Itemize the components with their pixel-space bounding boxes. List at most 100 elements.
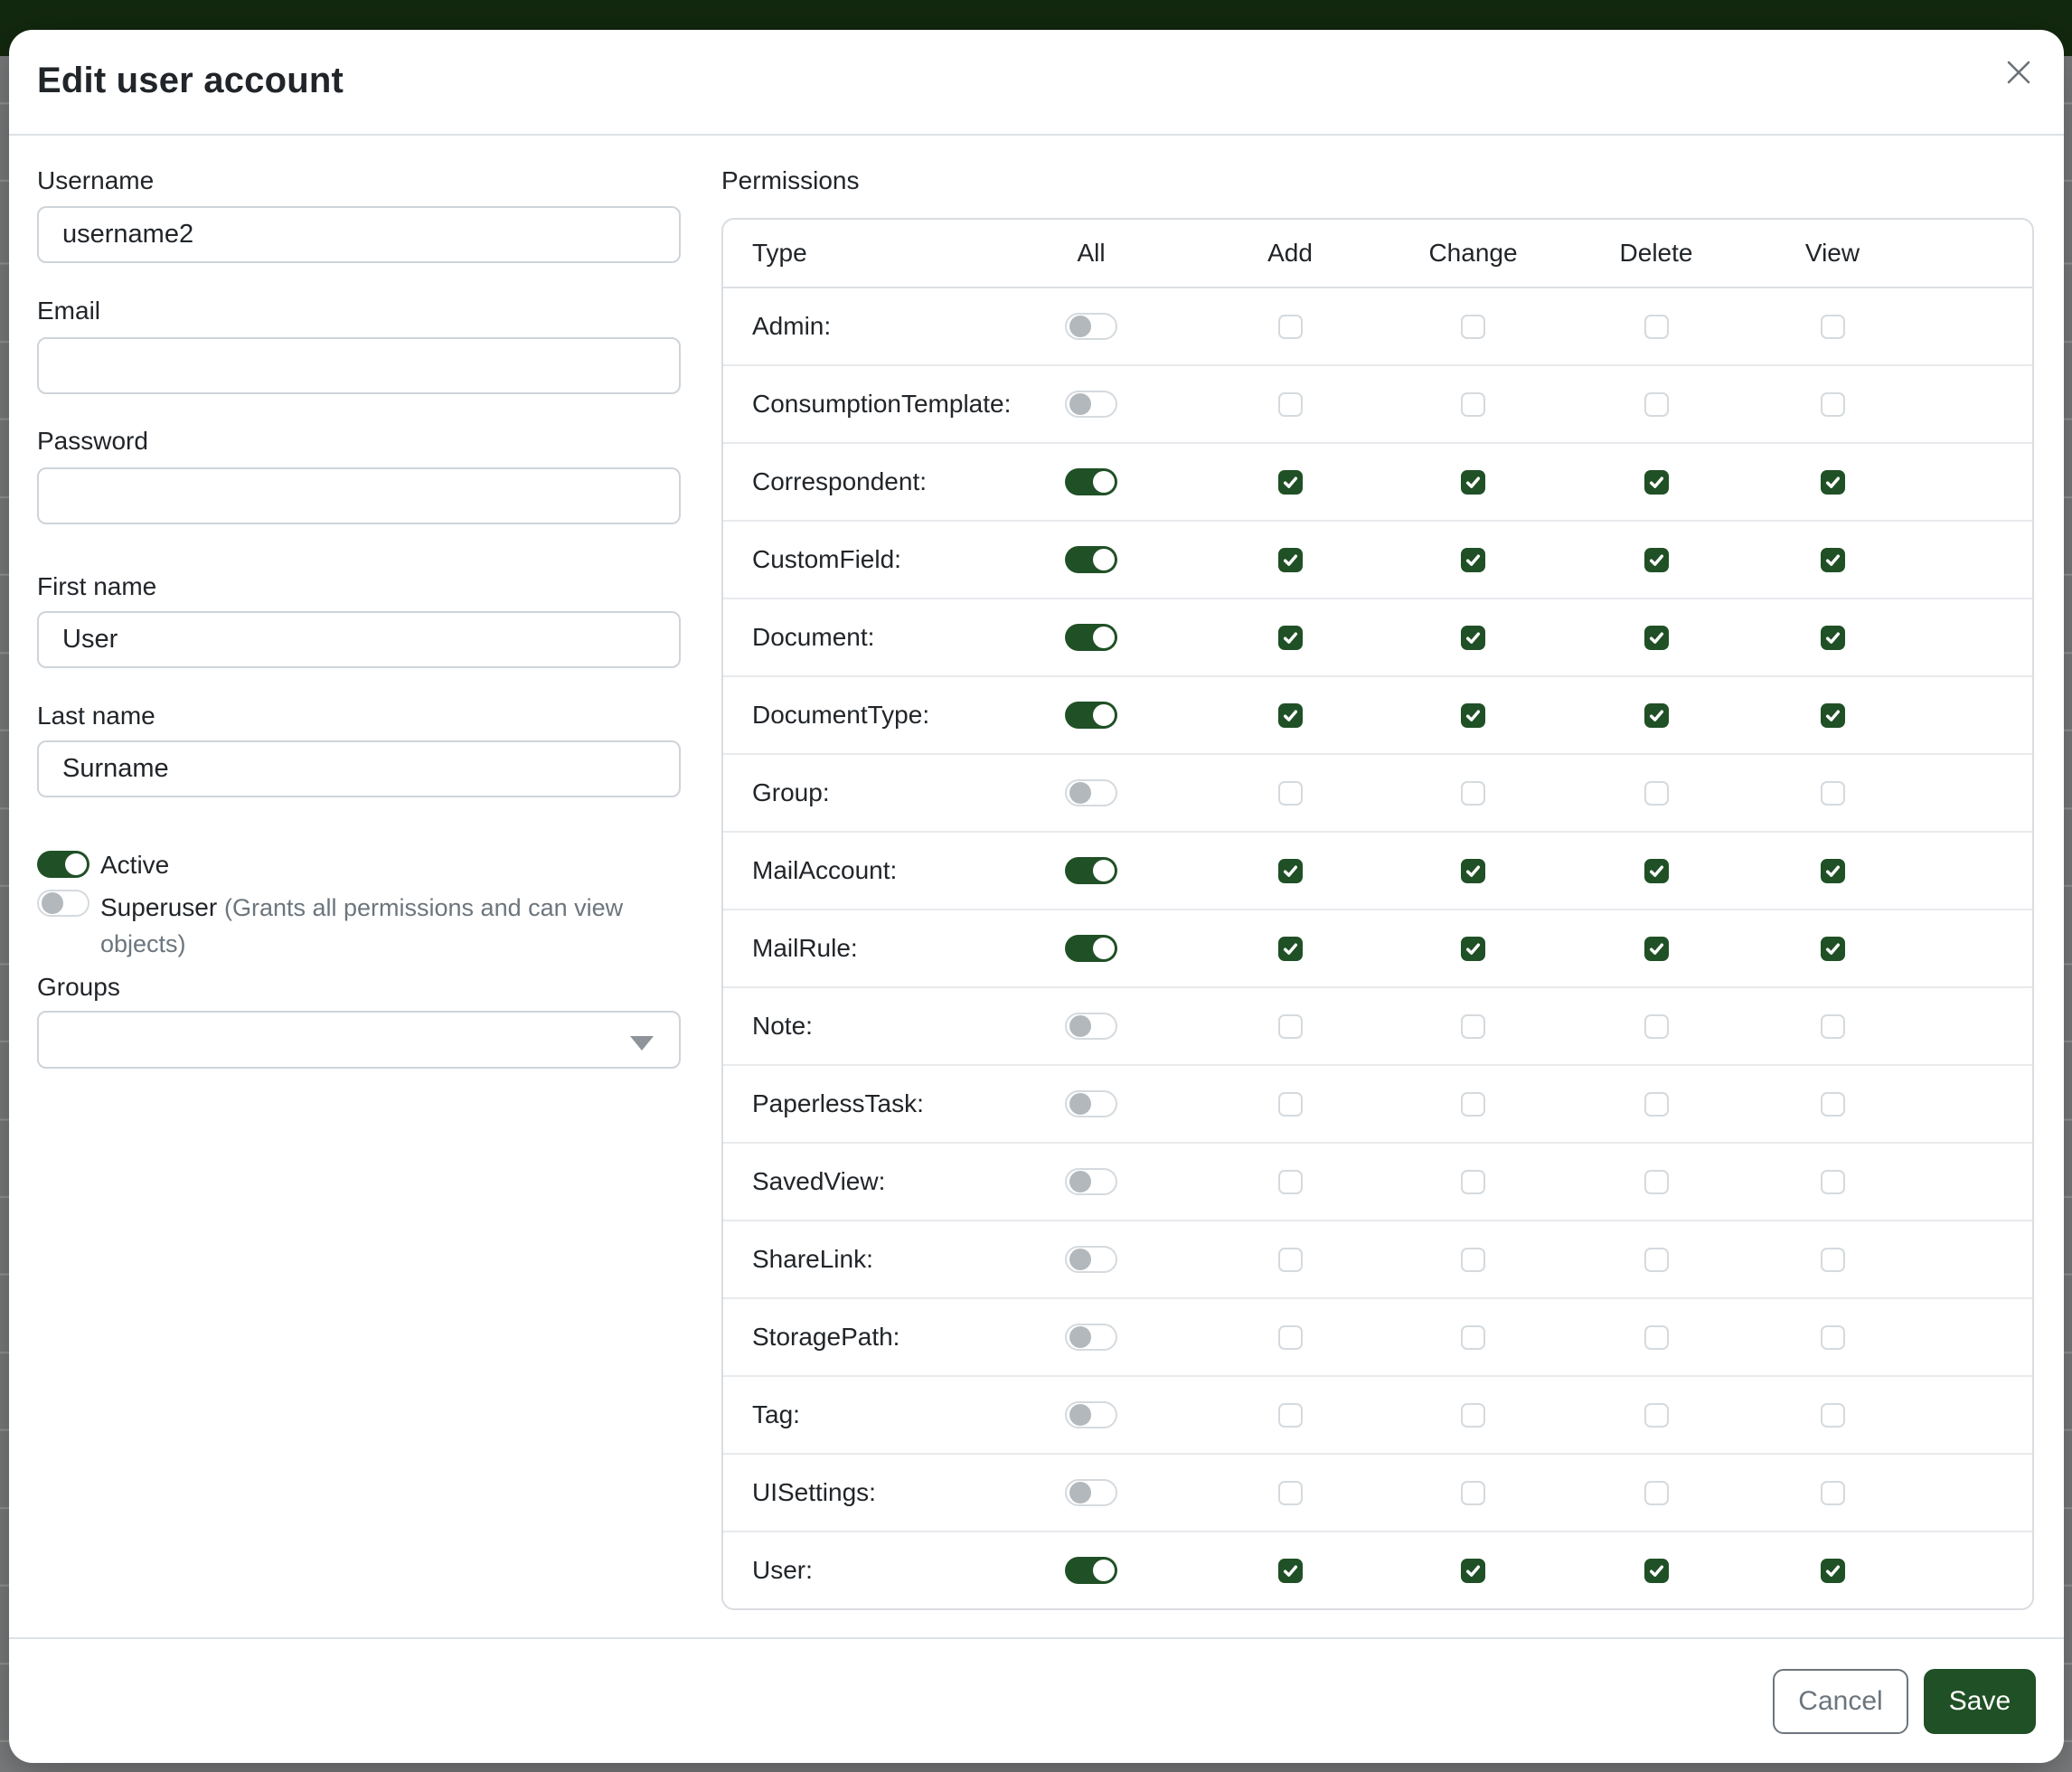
permission-add-checkbox[interactable] — [1278, 703, 1303, 728]
permission-delete-checkbox[interactable] — [1644, 470, 1669, 495]
permission-add-checkbox[interactable] — [1278, 1014, 1303, 1039]
permission-delete-checkbox[interactable] — [1644, 937, 1669, 961]
permission-view-checkbox[interactable] — [1821, 781, 1845, 806]
permission-add-checkbox[interactable] — [1278, 1248, 1303, 1272]
permission-all-toggle[interactable] — [1065, 1013, 1117, 1040]
permission-all-toggle[interactable] — [1065, 1324, 1117, 1351]
permission-add-checkbox[interactable] — [1278, 937, 1303, 961]
permission-change-checkbox[interactable] — [1461, 1248, 1485, 1272]
permission-all-toggle[interactable] — [1065, 1168, 1117, 1195]
permission-all-toggle[interactable] — [1065, 313, 1117, 340]
permission-delete-checkbox[interactable] — [1644, 703, 1669, 728]
permission-add-checkbox[interactable] — [1278, 1403, 1303, 1428]
permission-all-toggle[interactable] — [1065, 779, 1117, 806]
permission-change-checkbox[interactable] — [1461, 703, 1485, 728]
permission-view-checkbox[interactable] — [1821, 1481, 1845, 1505]
permission-view-checkbox[interactable] — [1821, 626, 1845, 650]
permission-delete-checkbox[interactable] — [1644, 859, 1669, 883]
permission-all-toggle[interactable] — [1065, 546, 1117, 573]
permission-view-checkbox[interactable] — [1821, 1403, 1845, 1428]
username-input[interactable] — [37, 206, 681, 263]
cancel-button[interactable]: Cancel — [1773, 1669, 1908, 1734]
permission-change-checkbox[interactable] — [1461, 548, 1485, 572]
permission-change-checkbox[interactable] — [1461, 315, 1485, 339]
close-button[interactable] — [1999, 53, 2039, 93]
permission-view-checkbox[interactable] — [1821, 1092, 1845, 1117]
permission-add-checkbox[interactable] — [1278, 781, 1303, 806]
permission-change-checkbox[interactable] — [1461, 1481, 1485, 1505]
permission-all-toggle[interactable] — [1065, 391, 1117, 418]
permission-all-toggle[interactable] — [1065, 1090, 1117, 1117]
permission-delete-checkbox[interactable] — [1644, 781, 1669, 806]
permission-delete-checkbox[interactable] — [1644, 392, 1669, 417]
permission-change-checkbox[interactable] — [1461, 859, 1485, 883]
permission-change-checkbox[interactable] — [1461, 1014, 1485, 1039]
groups-select[interactable] — [37, 1011, 681, 1069]
permission-view-checkbox[interactable] — [1821, 315, 1845, 339]
permission-change-checkbox[interactable] — [1461, 1403, 1485, 1428]
permission-delete-checkbox[interactable] — [1644, 1481, 1669, 1505]
permission-change-checkbox[interactable] — [1461, 392, 1485, 417]
active-toggle[interactable] — [37, 851, 89, 878]
permission-all-toggle[interactable] — [1065, 624, 1117, 651]
first-name-label: First name — [37, 571, 681, 602]
permission-all-toggle[interactable] — [1065, 857, 1117, 884]
permission-view-checkbox[interactable] — [1821, 1559, 1845, 1583]
permission-add-checkbox[interactable] — [1278, 1092, 1303, 1117]
permission-all-toggle[interactable] — [1065, 1479, 1117, 1506]
permission-add-checkbox[interactable] — [1278, 626, 1303, 650]
permission-change-checkbox[interactable] — [1461, 1170, 1485, 1194]
permission-delete-checkbox[interactable] — [1644, 1559, 1669, 1583]
permission-delete-checkbox[interactable] — [1644, 1170, 1669, 1194]
permission-delete-checkbox[interactable] — [1644, 1325, 1669, 1350]
permission-change-checkbox[interactable] — [1461, 470, 1485, 495]
last-name-input[interactable] — [37, 740, 681, 797]
permission-delete-checkbox[interactable] — [1644, 1092, 1669, 1117]
permission-delete-checkbox[interactable] — [1644, 1403, 1669, 1428]
permission-all-toggle[interactable] — [1065, 468, 1117, 495]
permission-view-checkbox[interactable] — [1821, 470, 1845, 495]
permission-all-toggle[interactable] — [1065, 1246, 1117, 1273]
permission-row: User: — [723, 1531, 2032, 1608]
permission-view-checkbox[interactable] — [1821, 548, 1845, 572]
permission-view-checkbox[interactable] — [1821, 937, 1845, 961]
permission-delete-checkbox[interactable] — [1644, 626, 1669, 650]
password-input[interactable] — [37, 467, 681, 524]
permission-add-checkbox[interactable] — [1278, 1170, 1303, 1194]
permission-delete-checkbox[interactable] — [1644, 1248, 1669, 1272]
permission-add-checkbox[interactable] — [1278, 859, 1303, 883]
permission-change-checkbox[interactable] — [1461, 781, 1485, 806]
permission-view-checkbox[interactable] — [1821, 1248, 1845, 1272]
toggle-knob — [1093, 704, 1115, 726]
superuser-toggle[interactable] — [37, 890, 89, 917]
permission-add-checkbox[interactable] — [1278, 315, 1303, 339]
toggle-knob — [1069, 1015, 1091, 1037]
permission-all-toggle[interactable] — [1065, 935, 1117, 962]
permission-change-checkbox[interactable] — [1461, 626, 1485, 650]
permission-add-checkbox[interactable] — [1278, 1325, 1303, 1350]
permission-add-checkbox[interactable] — [1278, 470, 1303, 495]
permission-view-checkbox[interactable] — [1821, 392, 1845, 417]
permission-change-checkbox[interactable] — [1461, 937, 1485, 961]
permission-add-checkbox[interactable] — [1278, 1481, 1303, 1505]
permission-delete-checkbox[interactable] — [1644, 548, 1669, 572]
permission-view-checkbox[interactable] — [1821, 703, 1845, 728]
permission-view-checkbox[interactable] — [1821, 1325, 1845, 1350]
permission-all-toggle[interactable] — [1065, 1401, 1117, 1428]
permission-add-checkbox[interactable] — [1278, 1559, 1303, 1583]
permission-all-toggle[interactable] — [1065, 1557, 1117, 1584]
permission-delete-checkbox[interactable] — [1644, 315, 1669, 339]
permission-view-checkbox[interactable] — [1821, 859, 1845, 883]
permission-add-checkbox[interactable] — [1278, 548, 1303, 572]
permission-change-checkbox[interactable] — [1461, 1092, 1485, 1117]
permission-view-checkbox[interactable] — [1821, 1014, 1845, 1039]
permission-change-checkbox[interactable] — [1461, 1559, 1485, 1583]
email-input[interactable] — [37, 337, 681, 394]
permission-add-checkbox[interactable] — [1278, 392, 1303, 417]
first-name-input[interactable] — [37, 611, 681, 668]
permission-delete-checkbox[interactable] — [1644, 1014, 1669, 1039]
permission-view-checkbox[interactable] — [1821, 1170, 1845, 1194]
save-button[interactable]: Save — [1924, 1669, 2036, 1734]
permission-change-checkbox[interactable] — [1461, 1325, 1485, 1350]
permission-all-toggle[interactable] — [1065, 702, 1117, 729]
